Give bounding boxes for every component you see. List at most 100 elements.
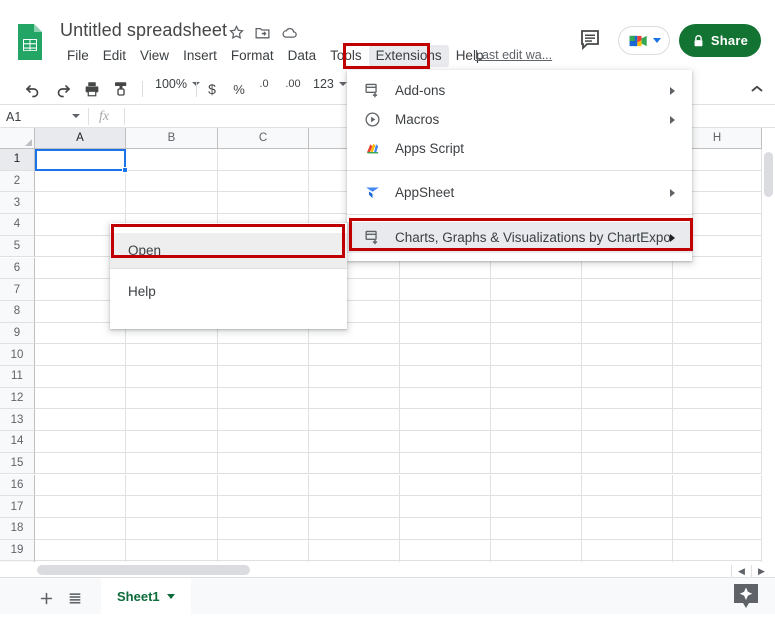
row-header-13[interactable]: 13	[0, 409, 35, 431]
cell-H18[interactable]	[673, 518, 762, 540]
zoom-selector[interactable]: 100%	[155, 77, 200, 91]
cell-E16[interactable]	[400, 475, 491, 497]
menu-item-apps-script[interactable]: Apps Script	[347, 134, 692, 163]
cell-D16[interactable]	[309, 475, 400, 497]
cell-C13[interactable]	[218, 409, 309, 431]
cell-A3[interactable]	[35, 192, 126, 214]
cell-C16[interactable]	[218, 475, 309, 497]
cell-B18[interactable]	[126, 518, 218, 540]
cell-B13[interactable]	[126, 409, 218, 431]
cell-H17[interactable]	[673, 496, 762, 518]
cell-E9[interactable]	[400, 323, 491, 345]
cell-B16[interactable]	[126, 475, 218, 497]
collapse-toolbar-button[interactable]	[748, 80, 766, 98]
menu-tools[interactable]: Tools	[323, 45, 369, 67]
cell-A20[interactable]	[35, 561, 126, 562]
cell-C2[interactable]	[218, 171, 309, 193]
row-header-7[interactable]: 7	[0, 279, 35, 301]
cell-E11[interactable]	[400, 366, 491, 388]
cell-G10[interactable]	[582, 344, 673, 366]
row-header-6[interactable]: 6	[0, 258, 35, 280]
cell-G16[interactable]	[582, 475, 673, 497]
cell-C15[interactable]	[218, 453, 309, 475]
cell-A16[interactable]	[35, 475, 126, 497]
cell-A19[interactable]	[35, 540, 126, 562]
cell-B3[interactable]	[126, 192, 218, 214]
cell-H9[interactable]	[673, 323, 762, 345]
cell-E14[interactable]	[400, 431, 491, 453]
increase-decimal-button[interactable]: .00	[282, 78, 304, 100]
row-header-15[interactable]: 15	[0, 453, 35, 475]
column-header-c[interactable]: C	[218, 128, 309, 149]
menu-edit[interactable]: Edit	[96, 45, 133, 67]
cell-G9[interactable]	[582, 323, 673, 345]
cell-F14[interactable]	[491, 431, 582, 453]
cell-B19[interactable]	[126, 540, 218, 562]
cell-D12[interactable]	[309, 388, 400, 410]
cell-A13[interactable]	[35, 409, 126, 431]
row-header-9[interactable]: 9	[0, 323, 35, 345]
cell-A1[interactable]	[35, 149, 126, 171]
menu-item-appsheet[interactable]: AppSheet	[347, 178, 692, 207]
cell-F18[interactable]	[491, 518, 582, 540]
cell-E18[interactable]	[400, 518, 491, 540]
cell-G19[interactable]	[582, 540, 673, 562]
cell-F10[interactable]	[491, 344, 582, 366]
cell-F9[interactable]	[491, 323, 582, 345]
star-icon[interactable]	[228, 24, 245, 41]
chevron-down-icon-sheet[interactable]	[167, 594, 175, 599]
document-title[interactable]: Untitled spreadsheet	[60, 20, 227, 41]
horizontal-scrollbar-thumb[interactable]	[37, 565, 250, 575]
cell-G20[interactable]	[582, 561, 673, 562]
row-header-4[interactable]: 4	[0, 214, 35, 236]
cell-H15[interactable]	[673, 453, 762, 475]
sheet-tab-sheet1[interactable]: Sheet1	[101, 578, 191, 615]
cell-F11[interactable]	[491, 366, 582, 388]
row-header-5[interactable]: 5	[0, 236, 35, 258]
undo-icon[interactable]	[22, 78, 44, 100]
cell-D19[interactable]	[309, 540, 400, 562]
cell-A17[interactable]	[35, 496, 126, 518]
cell-A15[interactable]	[35, 453, 126, 475]
cell-C17[interactable]	[218, 496, 309, 518]
row-header-14[interactable]: 14	[0, 431, 35, 453]
percent-format-button[interactable]: %	[230, 78, 248, 100]
cell-F13[interactable]	[491, 409, 582, 431]
cell-F7[interactable]	[491, 279, 582, 301]
cell-F8[interactable]	[491, 301, 582, 323]
row-header-10[interactable]: 10	[0, 344, 35, 366]
row-header-12[interactable]: 12	[0, 388, 35, 410]
cell-H11[interactable]	[673, 366, 762, 388]
row-header-8[interactable]: 8	[0, 301, 35, 323]
cell-F17[interactable]	[491, 496, 582, 518]
menu-item-macros[interactable]: Macros	[347, 105, 692, 134]
cell-B14[interactable]	[126, 431, 218, 453]
menu-format[interactable]: Format	[224, 45, 281, 67]
cell-C12[interactable]	[218, 388, 309, 410]
cell-F16[interactable]	[491, 475, 582, 497]
cell-H12[interactable]	[673, 388, 762, 410]
cell-C1[interactable]	[218, 149, 309, 171]
cell-H20[interactable]	[673, 561, 762, 562]
cell-C10[interactable]	[218, 344, 309, 366]
cell-G8[interactable]	[582, 301, 673, 323]
row-header-16[interactable]: 16	[0, 475, 35, 497]
cell-E19[interactable]	[400, 540, 491, 562]
cell-H13[interactable]	[673, 409, 762, 431]
meet-dropdown-caret-icon[interactable]	[653, 38, 661, 43]
row-header-1[interactable]: 1	[0, 149, 35, 171]
paint-format-icon[interactable]	[110, 78, 132, 100]
cell-A12[interactable]	[35, 388, 126, 410]
cell-B11[interactable]	[126, 366, 218, 388]
select-all-corner[interactable]	[0, 128, 35, 149]
last-edit-link[interactable]: Last edit wa...	[475, 48, 552, 62]
currency-format-button[interactable]: $	[203, 78, 221, 100]
row-header-18[interactable]: 18	[0, 518, 35, 540]
cell-A11[interactable]	[35, 366, 126, 388]
cell-H8[interactable]	[673, 301, 762, 323]
cell-D15[interactable]	[309, 453, 400, 475]
cell-A2[interactable]	[35, 171, 126, 193]
cell-G13[interactable]	[582, 409, 673, 431]
cell-E12[interactable]	[400, 388, 491, 410]
menu-extensions[interactable]: Extensions	[369, 45, 449, 67]
